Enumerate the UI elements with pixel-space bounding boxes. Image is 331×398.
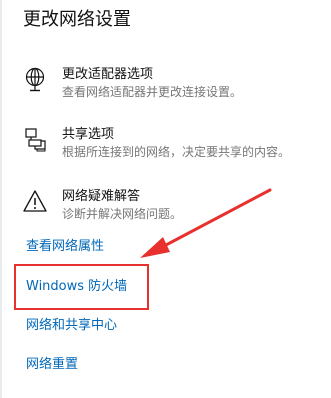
sharing-options[interactable]: 共享选项 根据所连接到的网络，决定要共享的内容。 [23,127,323,167]
view-network-properties-link[interactable]: 查看网络属性 [26,239,104,255]
sharing-options-desc: 根据所连接到的网络，决定要共享的内容。 [62,145,291,159]
sharing-icon [23,127,49,153]
network-reset-link[interactable]: 网络重置 [26,357,78,373]
change-adapter-options[interactable]: 更改适配器选项 查看网络适配器并更改连接设置。 [23,67,323,107]
page-title: 更改网络设置 [23,9,131,30]
annotation-highlight-box [14,264,149,310]
change-adapter-options-title: 更改适配器选项 [62,67,154,82]
change-adapter-options-desc: 查看网络适配器并更改连接设置。 [62,85,243,99]
network-troubleshooter-desc: 诊断并解决网络问题。 [62,207,183,221]
network-troubleshooter-title: 网络疑难解答 [62,189,141,204]
warning-icon [23,189,49,215]
network-troubleshooter[interactable]: 网络疑难解答 诊断并解决网络问题。 [23,189,323,229]
sharing-options-title: 共享选项 [62,127,115,142]
left-edge-divider [0,0,2,398]
network-sharing-center-link[interactable]: 网络和共享中心 [26,318,117,334]
globe-monitor-icon [23,67,49,93]
